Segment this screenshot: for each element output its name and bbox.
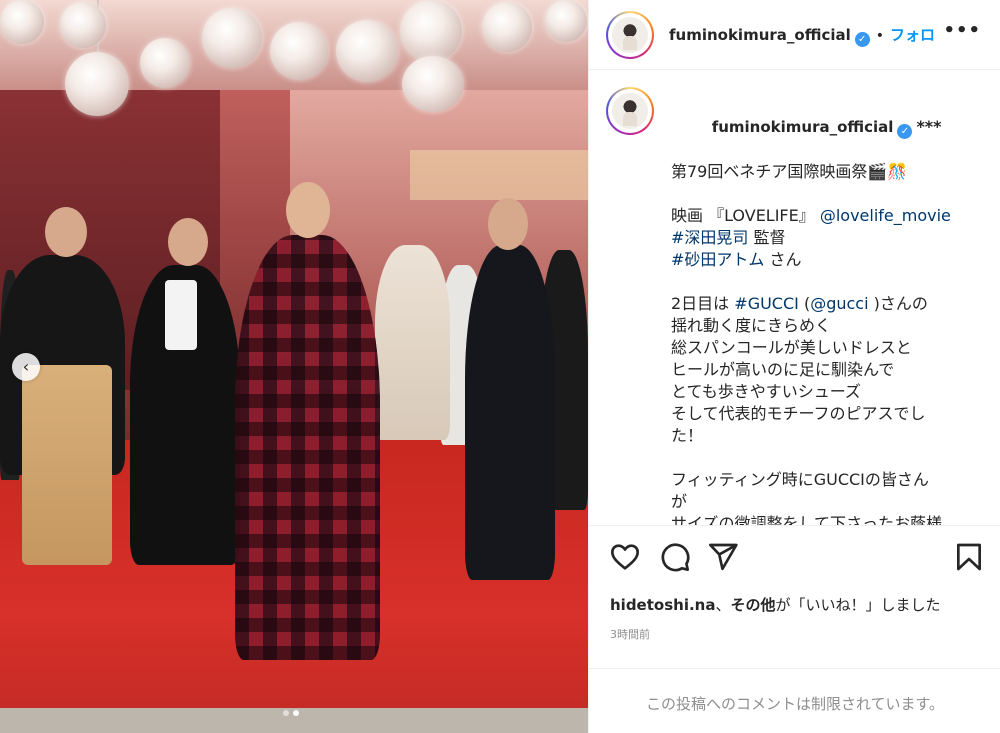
- post-timestamp[interactable]: 3時間前: [610, 626, 650, 642]
- chandelier-globe: [545, 0, 587, 42]
- likes-summary: hidetoshi.na、その他が「いいね！」しました: [610, 596, 941, 614]
- caption-line: た！: [671, 425, 971, 447]
- face: [168, 218, 208, 266]
- follow-button[interactable]: フォロ: [890, 26, 935, 44]
- liker-username-link[interactable]: hidetoshi.na: [610, 596, 715, 614]
- post-photo[interactable]: ‹: [0, 0, 588, 733]
- face: [45, 207, 87, 257]
- chandelier-globe: [60, 2, 106, 48]
- carousel-dot-active: [293, 710, 299, 716]
- action-bar: [589, 527, 1000, 587]
- chandelier-globe: [402, 56, 464, 112]
- avatar[interactable]: [606, 11, 654, 59]
- chandelier-globe: [482, 2, 532, 52]
- likes-others-link[interactable]: その他: [730, 596, 775, 614]
- post-header: fuminokimura_official ✓ • フォロ •••: [589, 0, 1000, 70]
- chandelier-globe: [400, 0, 462, 62]
- carousel-prev-button[interactable]: ‹: [12, 353, 40, 381]
- chandelier-globe: [65, 52, 129, 116]
- caption-line: #深田晃司 監督: [671, 227, 971, 249]
- post-sidebar: fuminokimura_official ✓ • フォロ ••• fuminokim…: [588, 0, 1000, 733]
- carousel-indicator: [283, 710, 299, 716]
- caption-line: とても歩きやすいシューズ: [671, 381, 971, 403]
- hashtag-link[interactable]: #砂田アトム: [671, 250, 764, 269]
- caption-username-link[interactable]: fuminokimura_official: [712, 118, 894, 136]
- caption-text-segment: が: [671, 492, 688, 511]
- chandelier-globe: [0, 0, 44, 44]
- caption-text-segment: )さんの: [868, 294, 928, 313]
- verified-badge-icon: ✓: [854, 32, 870, 47]
- caption-text-segment: さん: [764, 250, 802, 269]
- background-light: [410, 150, 588, 200]
- caption-stars: ***: [916, 117, 942, 136]
- caption-line: 映画 『LOVELIFE』 @lovelife_movie: [671, 205, 971, 227]
- more-options-icon[interactable]: •••: [943, 20, 981, 41]
- chandelier-globe: [336, 20, 398, 82]
- bystander: [375, 245, 450, 440]
- caption-text-segment: とても歩きやすいシューズ: [671, 382, 861, 401]
- caption-line: 総スパンコールが美しいドレスと: [671, 337, 971, 359]
- caption-text-segment: (: [798, 294, 811, 313]
- paper-plane-icon[interactable]: [707, 541, 739, 573]
- man-in-suit: [465, 245, 555, 580]
- hashtag-link[interactable]: #深田晃司: [671, 228, 748, 247]
- caption-text-segment: 2日目は: [671, 294, 735, 313]
- caption-text-segment: た！: [671, 426, 704, 445]
- heart-icon[interactable]: [609, 541, 641, 573]
- caption-area[interactable]: fuminokimura_official ✓ *** 第79回ベネチア国際映画祭🎬…: [589, 70, 1000, 526]
- dress-pattern: [235, 235, 380, 660]
- comment-icon[interactable]: [659, 541, 691, 573]
- username-link[interactable]: fuminokimura_official: [669, 26, 851, 44]
- comments-restricted-note: この投稿へのコメントは制限されています。: [589, 668, 1000, 733]
- avatar-image: [612, 93, 648, 129]
- hakama: [22, 365, 112, 565]
- caption-text-segment: ヒールが高いのに足に馴染んで: [671, 360, 895, 379]
- hashtag-link[interactable]: #GUCCI: [734, 294, 799, 313]
- caption-text-segment: サイズの微調整をして下さったお蔭様: [671, 514, 943, 526]
- caption-line: フィッティング時にGUCCIの皆さん: [671, 469, 971, 491]
- shirt: [165, 280, 197, 350]
- separator-dot: •: [875, 28, 885, 44]
- carousel-dot: [283, 710, 289, 716]
- face: [286, 182, 330, 238]
- caption-text-segment: そして代表的モチーフのピアスでし: [671, 404, 926, 423]
- caption-line: [671, 271, 971, 293]
- avatar-image: [612, 17, 648, 53]
- mention-link[interactable]: @lovelife_movie: [820, 206, 951, 225]
- caption-text: fuminokimura_official ✓ *** 第79回ベネチア国際映画祭🎬…: [671, 94, 971, 526]
- caption-text-segment: フィッティング時にGUCCIの皆さん: [671, 470, 929, 489]
- caption-line: [671, 447, 971, 469]
- face: [488, 198, 528, 250]
- caption-text-segment: 映画 『LOVELIFE』: [671, 206, 820, 225]
- caption-line: そして代表的モチーフのピアスでし: [671, 403, 971, 425]
- caption-text-segment: 監督: [748, 228, 786, 247]
- caption-line: サイズの微調整をして下さったお蔭様: [671, 513, 971, 526]
- mention-link[interactable]: @gucci: [810, 294, 868, 313]
- caption-text-segment: 揺れ動く度にきらめく: [671, 316, 832, 335]
- caption-line: [671, 183, 971, 205]
- caption-line: #砂田アトム さん: [671, 249, 971, 271]
- caption-text-segment: 第79回ベネチア国際映画祭🎬🎊: [671, 162, 908, 181]
- verified-badge-icon: ✓: [897, 124, 913, 139]
- chandelier-globe: [140, 38, 190, 88]
- chandelier-globe: [270, 22, 328, 80]
- bookmark-icon[interactable]: [953, 541, 985, 573]
- caption-line: 揺れ動く度にきらめく: [671, 315, 971, 337]
- caption-text-segment: 総スパンコールが美しいドレスと: [671, 338, 912, 357]
- caption-avatar[interactable]: [606, 87, 654, 135]
- caption-line: が: [671, 491, 971, 513]
- chandelier-globe: [202, 8, 262, 68]
- caption-line: ヒールが高いのに足に馴染んで: [671, 359, 971, 381]
- caption-lines: 第79回ベネチア国際映画祭🎬🎊 映画 『LOVELIFE』 @lovelife_m…: [671, 161, 971, 526]
- caption-line: 2日目は #GUCCI (@gucci )さんの: [671, 293, 971, 315]
- caption-line: 第79回ベネチア国際映画祭🎬🎊: [671, 161, 971, 183]
